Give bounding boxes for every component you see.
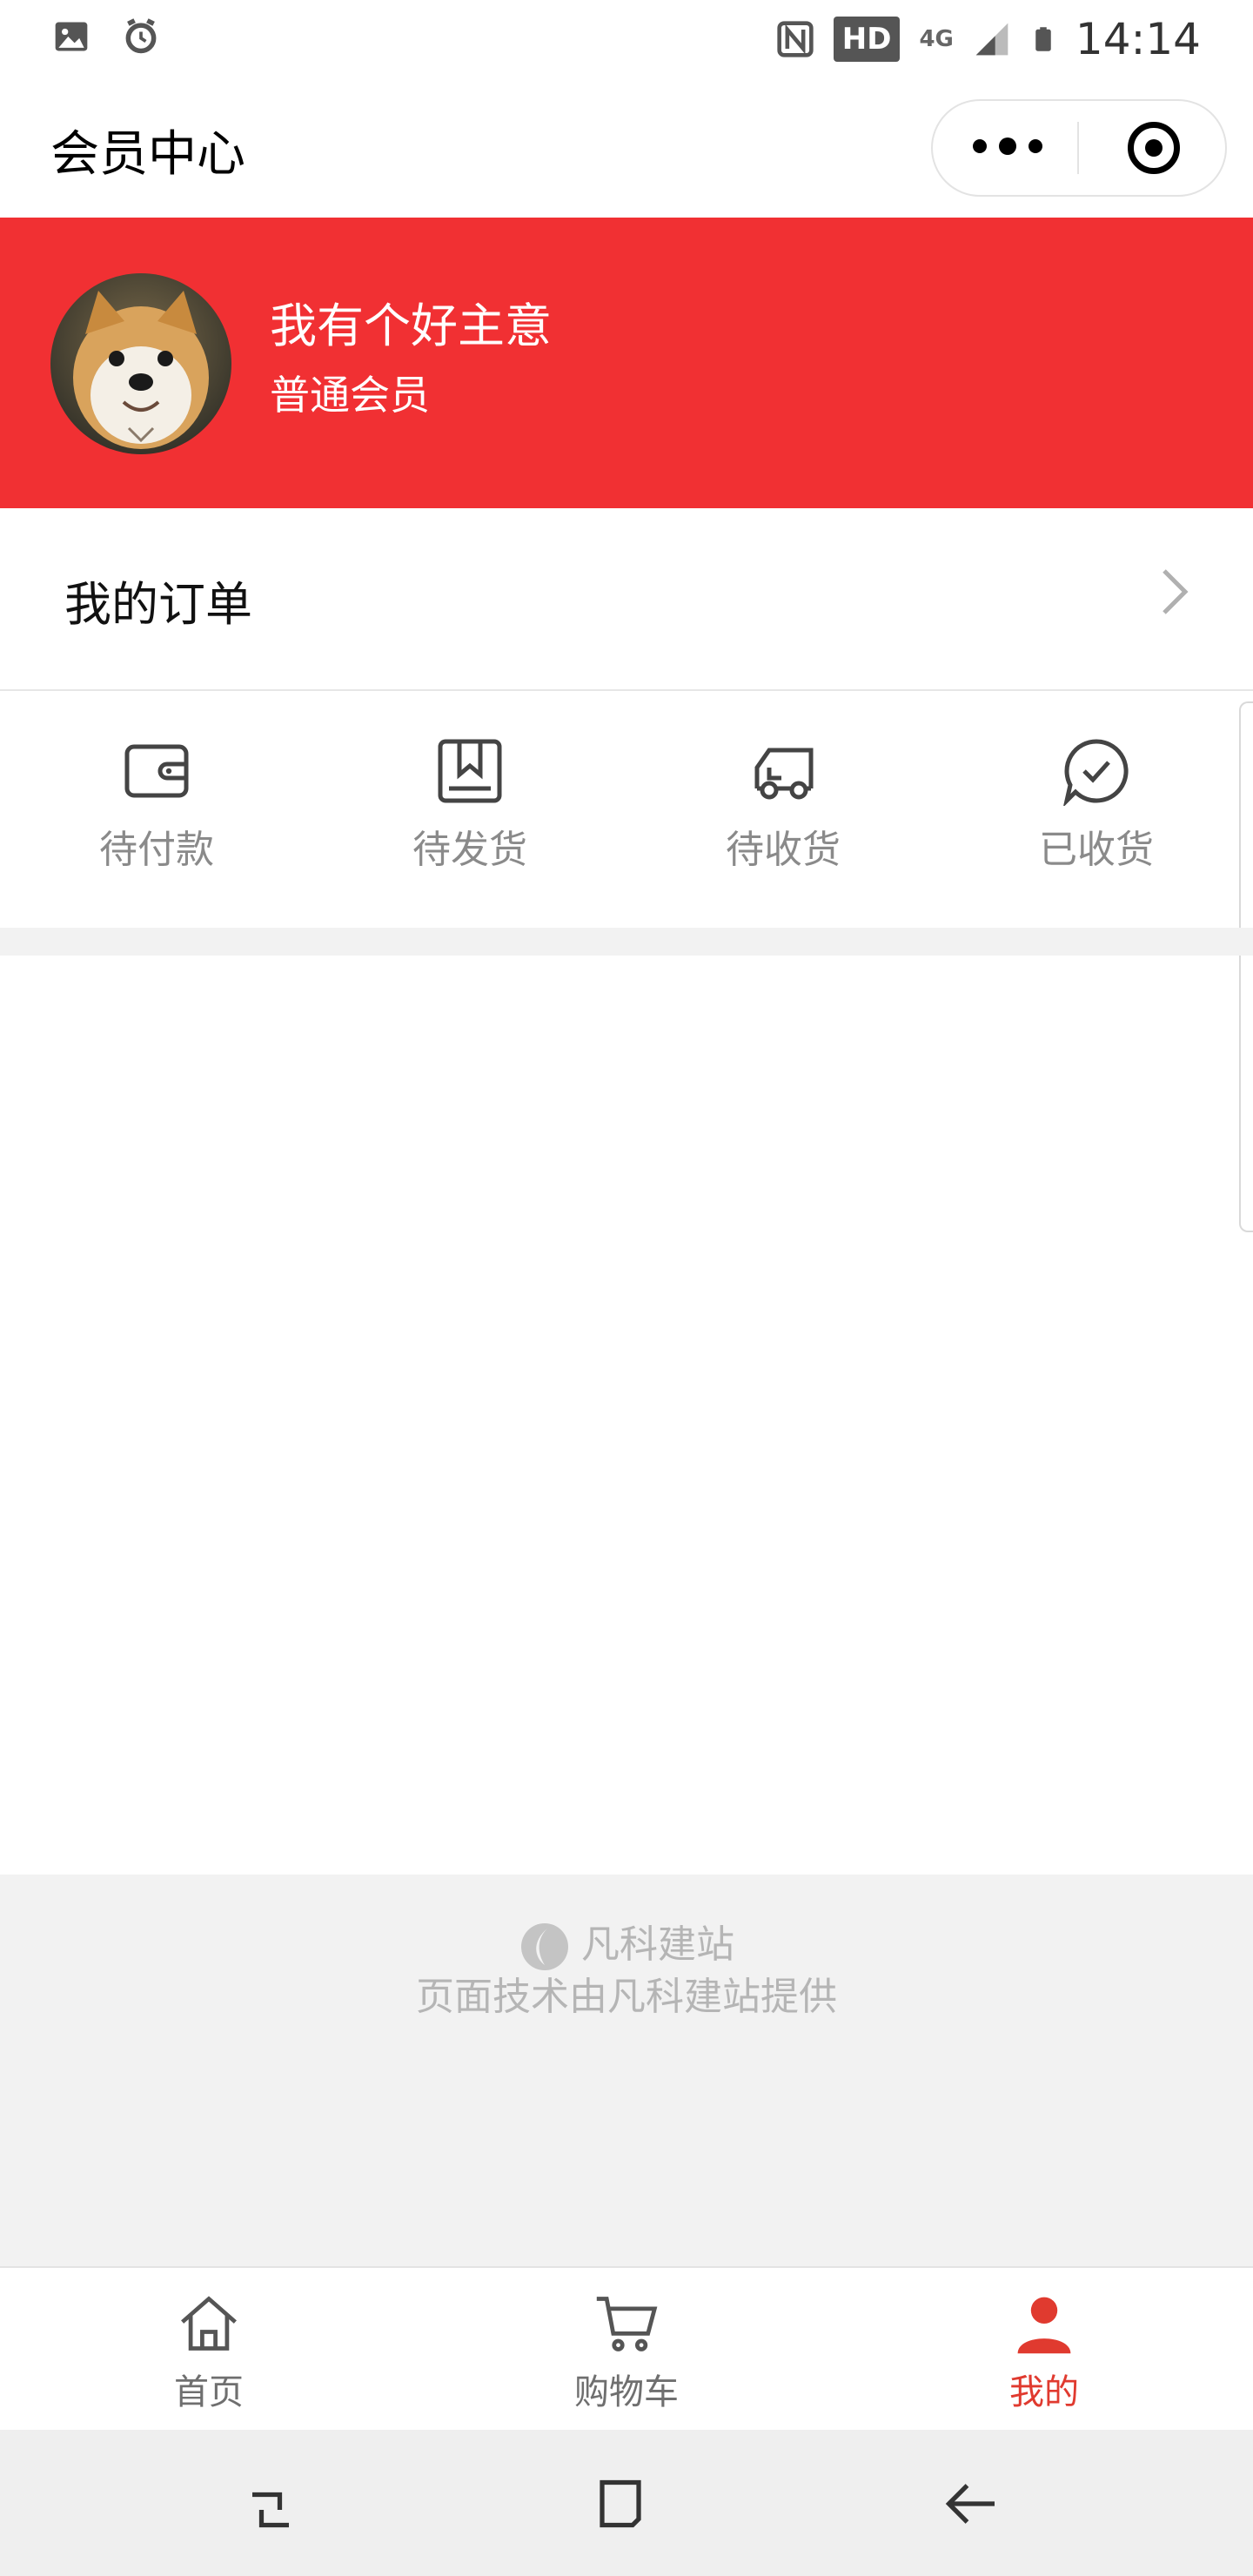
my-orders-title: 我的订单 xyxy=(64,577,252,632)
network-type: 4G xyxy=(919,26,954,52)
battery-icon xyxy=(1035,27,1051,51)
status-label: 待收货 xyxy=(726,828,841,872)
order-status-row: 待付款 待发货 待收货 已收货 xyxy=(0,691,1253,928)
recent-apps-icon[interactable] xyxy=(240,2473,301,2534)
bookmark-box-icon xyxy=(438,739,502,803)
page-root: HD 4G 14:14 会员中心 我有个好主意 普通会员 我的订单 待付款 待发… xyxy=(0,0,1253,2576)
avatar[interactable] xyxy=(50,273,231,454)
credit-footer: 凡科建站 页面技术由凡科建站提供 xyxy=(0,1875,1253,2266)
credit-brand: 凡科建站 xyxy=(0,1913,1253,1973)
side-scroll-handle[interactable] xyxy=(1239,701,1253,1232)
status-label: 待付款 xyxy=(99,828,214,872)
cart-icon xyxy=(596,2297,658,2351)
status-pending-shipment[interactable]: 待发货 xyxy=(383,736,557,893)
tab-cart[interactable]: 购物车 xyxy=(522,2291,731,2414)
more-dots-icon[interactable] xyxy=(973,138,1042,155)
tab-label: 首页 xyxy=(174,2372,244,2412)
credit-text: 页面技术由凡科建站提供 xyxy=(416,1975,837,2019)
capsule-divider xyxy=(1077,122,1079,174)
status-label: 待发货 xyxy=(412,828,527,872)
status-pending-receipt[interactable]: 待收货 xyxy=(696,736,870,893)
mini-program-capsule xyxy=(931,99,1227,197)
tab-label: 购物车 xyxy=(574,2372,679,2412)
section-divider xyxy=(0,928,1253,956)
username: 我有个好主意 xyxy=(270,299,552,353)
truck-icon xyxy=(754,748,814,800)
dog-avatar-image xyxy=(50,273,231,454)
alarm-icon xyxy=(125,18,157,54)
signal-icon xyxy=(975,23,1008,56)
status-label: 已收货 xyxy=(1039,828,1154,872)
chat-check-icon xyxy=(1063,739,1129,806)
image-icon xyxy=(55,22,88,51)
tab-mine[interactable]: 我的 xyxy=(940,2291,1149,2414)
home-square-icon[interactable] xyxy=(590,2473,651,2534)
credit-brand-label: 凡科建站 xyxy=(581,1922,734,1967)
system-nav-bar xyxy=(0,2430,1253,2576)
clock: 14:14 xyxy=(1075,14,1201,64)
nav-bar: 会员中心 xyxy=(0,78,1253,218)
tab-home[interactable]: 首页 xyxy=(104,2291,313,2414)
member-level: 普通会员 xyxy=(270,372,430,419)
back-arrow-icon[interactable] xyxy=(940,2473,1001,2534)
nfc-icon xyxy=(777,21,814,57)
status-pending-payment[interactable]: 待付款 xyxy=(70,736,244,893)
home-icon xyxy=(181,2296,237,2351)
tab-label: 我的 xyxy=(1009,2372,1079,2412)
tab-bar: 首页 购物车 我的 xyxy=(0,2266,1253,2432)
target-icon[interactable] xyxy=(1128,122,1180,174)
hd-badge: HD xyxy=(833,17,901,62)
status-received[interactable]: 已收货 xyxy=(1009,736,1183,893)
status-bar: HD 4G 14:14 xyxy=(0,0,1253,78)
page-title: 会员中心 xyxy=(50,126,245,183)
my-orders-row[interactable]: 我的订单 xyxy=(0,508,1253,691)
wallet-icon xyxy=(124,744,189,798)
chevron-right-icon xyxy=(1163,569,1189,614)
user-icon xyxy=(1017,2297,1071,2354)
profile-header: 我有个好主意 普通会员 xyxy=(0,218,1253,508)
